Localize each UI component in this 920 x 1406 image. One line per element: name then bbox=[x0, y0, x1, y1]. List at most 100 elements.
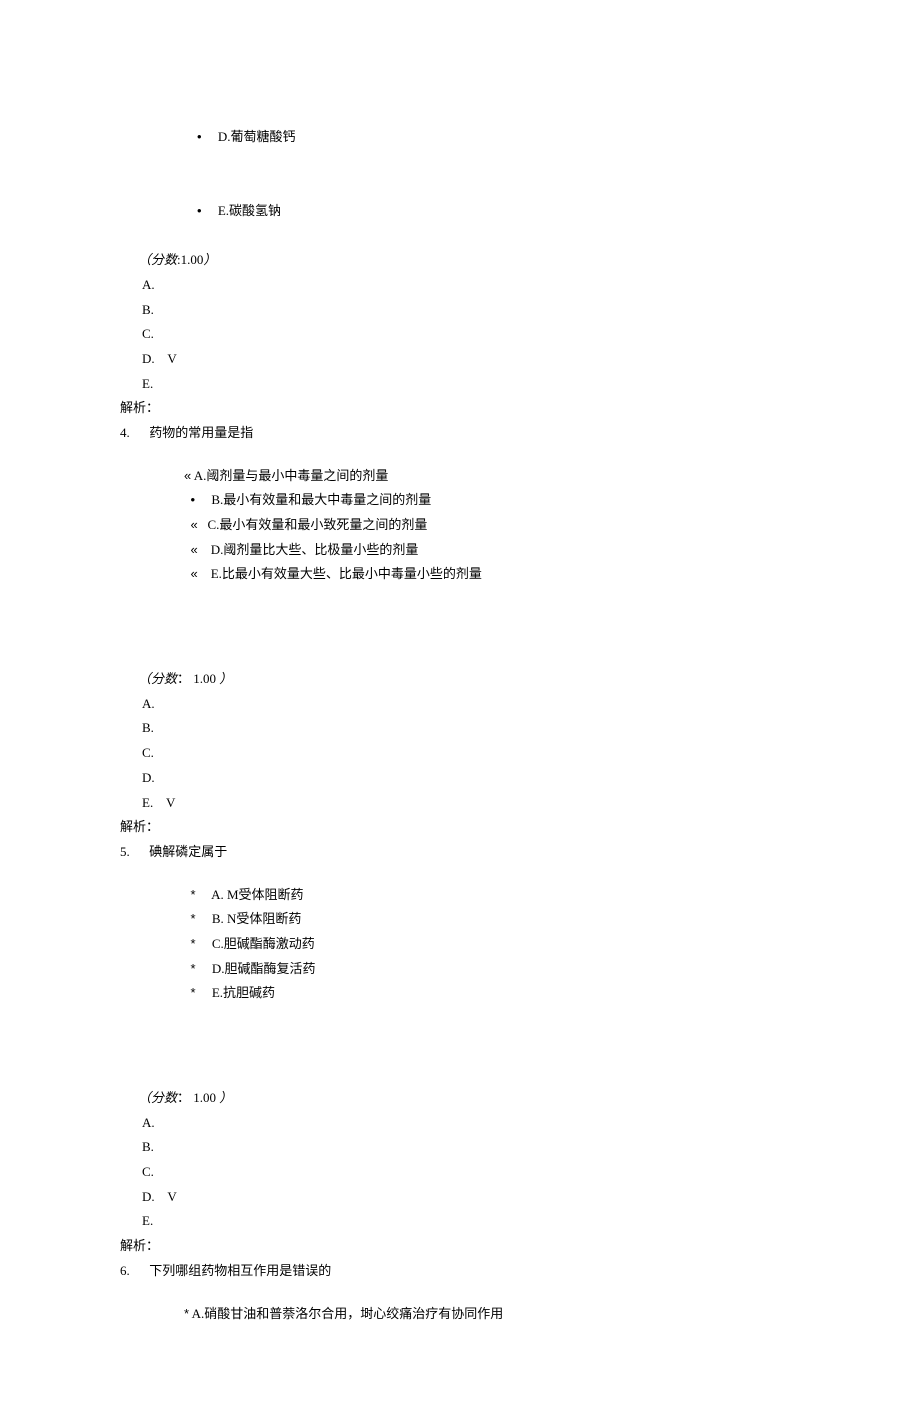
answer-label: E. bbox=[142, 1213, 153, 1228]
bullet-dot-icon: • bbox=[191, 488, 196, 513]
spacer bbox=[120, 587, 800, 667]
q6-heading: 6. 下列哪组药物相互作用是错误的 bbox=[120, 1259, 800, 1284]
q4-score: （分数： 1.00 ） bbox=[120, 667, 800, 692]
q4-explanation: 解析： bbox=[120, 815, 800, 840]
qnum-sep: . bbox=[127, 425, 130, 440]
q3-answer-b: B. bbox=[120, 298, 800, 323]
q3-explanation: 解析： bbox=[120, 396, 800, 421]
answer-label: A. bbox=[142, 696, 155, 711]
document-page: • D.葡萄糖酸钙 • E.碳酸氢钠 （分数:1.00） A. B. C. D.… bbox=[0, 0, 920, 1406]
q4-answer-b: B. bbox=[120, 716, 800, 741]
answer-label: D. bbox=[142, 351, 155, 366]
q5-heading: 5. 碘解磷定属于 bbox=[120, 840, 800, 865]
q5-option-e: * E.抗胆碱药 bbox=[120, 981, 800, 1006]
q5-answer-d: D. V bbox=[120, 1185, 800, 1210]
check-mark-icon: V bbox=[167, 1189, 176, 1204]
q5-answer-c: C. bbox=[120, 1160, 800, 1185]
score-value: 1.00 bbox=[193, 1090, 219, 1105]
answer-label: C. bbox=[142, 745, 154, 760]
q4-option-d: « D.阈剂量比大些、比极量小些的剂量 bbox=[120, 538, 800, 563]
score-value: 1.00 bbox=[193, 671, 219, 686]
answer-label: B. bbox=[142, 302, 154, 317]
qnum-sep: . bbox=[127, 1263, 130, 1278]
score-suffix: ） bbox=[203, 252, 216, 267]
q4-answer-a: A. bbox=[120, 692, 800, 717]
answer-label: D. bbox=[142, 1189, 155, 1204]
q5-option-a: * A. M受体阻断药 bbox=[120, 883, 800, 908]
q3-score: （分数:1.00） bbox=[120, 248, 800, 273]
option-text: C.胆碱酯酶激动药 bbox=[212, 936, 315, 951]
answer-label: A. bbox=[142, 277, 155, 292]
q5-score: （分数： 1.00 ） bbox=[120, 1086, 800, 1111]
q5-answer-e: E. bbox=[120, 1209, 800, 1234]
option-text: E.碳酸氢钠 bbox=[218, 203, 281, 218]
answer-label: E. bbox=[142, 795, 153, 810]
check-mark-icon: V bbox=[166, 795, 175, 810]
q4-heading: 4. 药物的常用量是指 bbox=[120, 421, 800, 446]
option-text: E.比最小有效量大些、比最小中毒量小些的剂量 bbox=[211, 566, 482, 581]
bullet-star-icon: * bbox=[191, 932, 196, 957]
q3-answer-a: A. bbox=[120, 273, 800, 298]
option-text: A.硝酸甘油和普萘洛尔合用，埘心绞痛治疗有协同作用 bbox=[192, 1306, 504, 1321]
bullet-star-icon: * bbox=[191, 957, 196, 982]
q5-explanation: 解析： bbox=[120, 1234, 800, 1259]
spacer bbox=[120, 1006, 800, 1086]
q5-option-c: * C.胆碱酯酶激动药 bbox=[120, 932, 800, 957]
question-stem: 碘解磷定属于 bbox=[149, 844, 227, 859]
answer-label: D. bbox=[142, 770, 155, 785]
bullet-star-icon: * bbox=[191, 883, 196, 908]
bullet-quote-icon: « bbox=[184, 464, 191, 489]
score-colon: ： bbox=[177, 671, 190, 686]
question-stem: 药物的常用量是指 bbox=[149, 425, 253, 440]
bullet-quote-icon: « bbox=[191, 538, 198, 563]
score-value: 1.00 bbox=[181, 252, 204, 267]
q4-answer-c: C. bbox=[120, 741, 800, 766]
q4-answer-d: D. bbox=[120, 766, 800, 791]
score-prefix: （分数 bbox=[138, 1090, 177, 1105]
q5-option-d: * D.胆碱酯酶复活药 bbox=[120, 957, 800, 982]
q5-answer-a: A. bbox=[120, 1111, 800, 1136]
bullet-star-icon: * bbox=[184, 1302, 189, 1327]
q4-option-c: « C.最小有效量和最小致死量之间的剂量 bbox=[120, 513, 800, 538]
q4-option-a: « A.阈剂量与最小中毒量之间的剂量 bbox=[120, 464, 800, 489]
option-text: D.葡萄糖酸钙 bbox=[218, 129, 296, 144]
spacer bbox=[120, 446, 800, 464]
answer-label: A. bbox=[142, 1115, 155, 1130]
bullet-dot-icon: • bbox=[197, 199, 202, 224]
bullet-dot-icon: • bbox=[197, 125, 202, 150]
answer-label: C. bbox=[142, 326, 154, 341]
option-text: A. M受体阻断药 bbox=[211, 887, 303, 902]
q4-answer-e: E. V bbox=[120, 791, 800, 816]
score-prefix: （分数 bbox=[138, 252, 177, 267]
option-text: E.抗胆碱药 bbox=[212, 985, 275, 1000]
answer-label: B. bbox=[142, 1139, 154, 1154]
q6-option-a: * A.硝酸甘油和普萘洛尔合用，埘心绞痛治疗有协同作用 bbox=[120, 1302, 800, 1327]
q3-option-e: • E.碳酸氢钠 bbox=[120, 174, 800, 248]
q3-answer-c: C. bbox=[120, 322, 800, 347]
spacer bbox=[120, 1284, 800, 1302]
check-mark-icon: V bbox=[167, 351, 176, 366]
q5-option-b: * B. N受体阻断药 bbox=[120, 907, 800, 932]
q4-option-e: « E.比最小有效量大些、比最小中毒量小些的剂量 bbox=[120, 562, 800, 587]
score-suffix: ） bbox=[219, 1090, 232, 1105]
q3-answer-e: E. bbox=[120, 372, 800, 397]
option-text: B. N受体阻断药 bbox=[212, 911, 302, 926]
option-text: A.阈剂量与最小中毒量之间的剂量 bbox=[194, 468, 389, 483]
spacer bbox=[120, 865, 800, 883]
bullet-quote-icon: « bbox=[191, 562, 198, 587]
option-text: D.阈剂量比大些、比极量小些的剂量 bbox=[211, 542, 419, 557]
bullet-star-icon: * bbox=[191, 907, 196, 932]
q5-answer-b: B. bbox=[120, 1135, 800, 1160]
answer-label: E. bbox=[142, 376, 153, 391]
q3-option-d: • D.葡萄糖酸钙 bbox=[120, 100, 800, 174]
bullet-star-icon: * bbox=[191, 981, 196, 1006]
option-text: B.最小有效量和最大中毒量之间的剂量 bbox=[211, 492, 431, 507]
score-prefix: （分数 bbox=[138, 671, 177, 686]
q4-option-b: • B.最小有效量和最大中毒量之间的剂量 bbox=[120, 488, 800, 513]
score-colon: ： bbox=[177, 1090, 190, 1105]
bullet-quote-icon: « bbox=[191, 513, 198, 538]
q3-answer-d: D. V bbox=[120, 347, 800, 372]
question-stem: 下列哪组药物相互作用是错误的 bbox=[149, 1263, 331, 1278]
score-suffix: ） bbox=[219, 671, 232, 686]
answer-label: B. bbox=[142, 720, 154, 735]
